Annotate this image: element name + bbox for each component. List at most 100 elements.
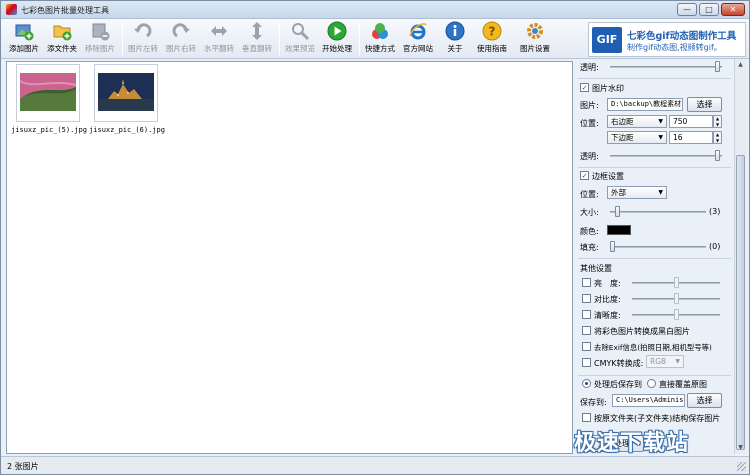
settings-icon	[527, 23, 543, 39]
border-color-swatch[interactable]	[607, 225, 631, 235]
thumbnail-filename: jisuxz_pic_(5).jpg	[11, 126, 87, 134]
section-divider	[578, 167, 731, 168]
banner-subtitle: 制作gif动态图,视频转gif。	[627, 43, 722, 52]
section-divider	[578, 258, 731, 259]
app-logo-icon	[6, 4, 17, 15]
toolbar-separator	[122, 23, 123, 55]
flip-horizontal-button[interactable]: 水平翻转	[201, 21, 237, 57]
keep-structure-label: 按原文件夹(子文件夹)结构保存图片	[594, 414, 721, 423]
image-thumbnail[interactable]	[16, 64, 80, 122]
guide-button[interactable]: ? 使用指南	[474, 21, 510, 57]
rotate-left-button[interactable]: 图片左转	[125, 21, 161, 57]
guide-label: 使用指南	[477, 44, 507, 53]
watermark-v-offset-field[interactable]: 16	[669, 131, 713, 144]
remove-image-button[interactable]: 移除图片	[82, 21, 118, 57]
watermark-transparency-track[interactable]	[610, 155, 722, 157]
thumbnail-filename: jisuxz_pic_(6).jpg	[89, 126, 165, 134]
resize-grip-icon[interactable]	[737, 462, 746, 471]
status-bar: 2 张图片	[1, 456, 749, 474]
gif-tool-banner[interactable]: GIF 七彩色gif动态图制作工具 制作gif动态图,视频转gif。	[588, 22, 746, 57]
thumbnail-flowers-image	[20, 73, 76, 111]
brightness-label: 亮 度:	[594, 279, 621, 288]
watermark-h-offset-stepper[interactable]: ▲ ▼	[713, 115, 722, 128]
chevron-down-icon: ▼	[675, 358, 680, 365]
cmyk-target-select[interactable]: RGB ▼	[646, 355, 684, 368]
sharpness-checkbox[interactable]	[582, 310, 591, 319]
watermark-v-offset-stepper[interactable]: ▲ ▼	[713, 131, 722, 144]
text-transparency-slider[interactable]	[715, 61, 720, 72]
watermark-v-anchor-select[interactable]: 下边距 ▼	[607, 131, 667, 144]
shortcut-button[interactable]: 快捷方式	[362, 21, 398, 57]
watermark-choose-button[interactable]: 选择	[687, 97, 722, 112]
sharpness-label: 清晰度:	[594, 311, 621, 320]
add-image-label: 添加图片	[9, 44, 39, 53]
scroll-down-icon[interactable]: ▼	[735, 442, 746, 453]
settings-panel-scrollbar[interactable]: ▲ ▼	[734, 59, 746, 454]
add-image-button[interactable]: 添加图片	[5, 21, 43, 57]
maximize-button[interactable]: □	[699, 3, 719, 16]
rotate-right-icon	[172, 23, 190, 38]
watermark-image-path-field[interactable]: D:\backup\教程素材	[607, 98, 683, 111]
image-list[interactable]: jisuxz_pic_(5).jpg jisuxz_pic_(6).jpg	[6, 61, 573, 454]
close-button[interactable]: ✕	[721, 3, 745, 16]
watermark-v-anchor-value: 下边距	[611, 133, 634, 142]
text-transparency-track[interactable]	[610, 66, 722, 68]
save-path-field[interactable]: C:\Users\Adminis	[612, 394, 685, 407]
image-settings-label: 图片设置	[520, 44, 550, 53]
gif-badge: GIF	[592, 27, 622, 53]
overwrite-label: 直接覆盖原图	[659, 380, 707, 389]
other-settings-title: 其他设置	[580, 264, 612, 273]
help-icon: ?	[482, 21, 502, 41]
start-process-toolbar-button[interactable]: 开始处理	[319, 21, 355, 57]
window-title: 七彩色图片批量处理工具	[21, 6, 109, 15]
add-folder-button[interactable]: 添文件夹	[44, 21, 80, 57]
cmyk-checkbox[interactable]	[582, 358, 591, 367]
watermark-transparency-slider[interactable]	[715, 150, 720, 161]
border-label: 边框设置	[592, 172, 624, 181]
border-fill-track[interactable]	[610, 246, 706, 248]
ie-icon	[409, 23, 427, 40]
scroll-up-icon[interactable]: ▲	[735, 59, 746, 70]
save-path-label: 保存到:	[580, 398, 607, 407]
remove-exif-checkbox[interactable]	[582, 342, 591, 351]
watermark-position-label: 位置:	[580, 119, 599, 128]
keep-structure-checkbox[interactable]	[582, 413, 591, 422]
watermark-h-anchor-select[interactable]: 右边距 ▼	[607, 115, 667, 128]
contrast-slider[interactable]	[674, 293, 679, 304]
border-checkbox[interactable]: ✓	[580, 171, 589, 180]
about-button[interactable]: 关于	[438, 21, 472, 57]
overwrite-radio[interactable]	[647, 379, 656, 388]
section-divider	[578, 375, 731, 376]
rotate-right-button[interactable]: 图片右转	[163, 21, 199, 57]
sharpness-slider[interactable]	[674, 309, 679, 320]
grayscale-checkbox[interactable]	[582, 326, 591, 335]
border-size-slider[interactable]	[615, 206, 620, 217]
border-size-track[interactable]	[610, 211, 706, 213]
save-to-radio[interactable]	[582, 379, 591, 388]
minimize-button[interactable]: —	[677, 3, 697, 16]
watermark-h-offset-field[interactable]: 750	[669, 115, 713, 128]
save-path-choose-button[interactable]: 选择	[687, 393, 722, 408]
preview-button[interactable]: 效果预览	[282, 21, 318, 57]
toolbar-separator	[359, 23, 360, 55]
add-folder-label: 添文件夹	[47, 44, 77, 53]
contrast-label: 对比度:	[594, 295, 621, 304]
brightness-checkbox[interactable]	[582, 278, 591, 287]
remove-image-label: 移除图片	[85, 44, 115, 53]
add-folder-icon	[53, 25, 72, 41]
border-size-label: 大小:	[580, 208, 599, 217]
contrast-checkbox[interactable]	[582, 294, 591, 303]
border-fill-slider[interactable]	[610, 241, 615, 252]
border-position-select[interactable]: 外部 ▼	[607, 186, 667, 199]
scrollbar-thumb[interactable]	[736, 155, 745, 450]
banner-title: 七彩色gif动态图制作工具	[627, 31, 737, 42]
watermark-checkbox[interactable]: ✓	[580, 83, 589, 92]
image-settings-button[interactable]: 图片设置	[514, 21, 556, 57]
brightness-slider[interactable]	[674, 277, 679, 288]
image-thumbnail[interactable]	[94, 64, 158, 122]
border-fill-label: 填充:	[580, 243, 599, 252]
flip-vertical-button[interactable]: 垂直翻转	[239, 21, 275, 57]
watermark-h-anchor-value: 右边距	[611, 117, 634, 126]
website-button[interactable]: 官方网站	[400, 21, 436, 57]
about-label: 关于	[447, 44, 463, 53]
